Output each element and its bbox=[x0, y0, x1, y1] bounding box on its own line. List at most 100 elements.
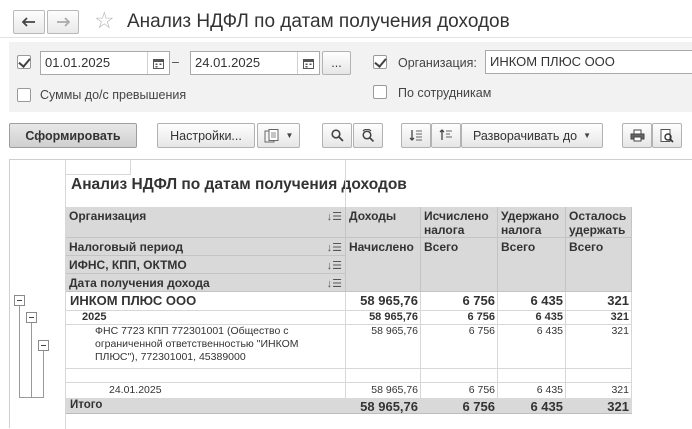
expand-to-label: Разворачивать до bbox=[472, 128, 578, 143]
row-org-calculated[interactable]: 6 756 bbox=[421, 293, 498, 308]
row-date-calculated[interactable]: 6 756 bbox=[421, 384, 498, 396]
sort-icon[interactable]: ↓☰ bbox=[327, 277, 342, 291]
row-period-label[interactable]: 2025 bbox=[79, 311, 109, 323]
row-org-income[interactable]: 58 965,76 bbox=[346, 293, 421, 308]
header-ifns[interactable]: ИФНС, КПП, ОКТМО ↓☰ bbox=[66, 256, 346, 274]
find-next-button[interactable] bbox=[353, 123, 383, 148]
row-period-calculated[interactable]: 6 756 bbox=[421, 311, 498, 323]
header-tax-period[interactable]: Налоговый период ↓☰ bbox=[66, 238, 346, 256]
period-from-value: 01.01.2025 bbox=[45, 55, 111, 70]
search-icon bbox=[330, 129, 344, 142]
period-select-button[interactable]: ... bbox=[322, 51, 351, 75]
header-tax-remaining[interactable]: Осталось удержать bbox=[566, 207, 632, 238]
row-ifns-withheld[interactable]: 6 435 bbox=[498, 325, 566, 337]
tree-line bbox=[19, 305, 20, 397]
period-separator: – bbox=[172, 55, 179, 69]
arrow-left-icon bbox=[22, 17, 35, 27]
collapse-group-icon[interactable] bbox=[14, 295, 25, 306]
total-withheld[interactable]: 6 435 bbox=[498, 399, 566, 414]
row-period-income[interactable]: 58 965,76 bbox=[346, 311, 421, 323]
header-income[interactable]: Доходы bbox=[346, 207, 421, 238]
header-tax-calculated-sub[interactable]: Всего bbox=[421, 238, 498, 292]
calendar-icon[interactable] bbox=[297, 52, 319, 74]
gutter-divider bbox=[65, 160, 66, 429]
printer-icon bbox=[630, 129, 644, 142]
sums-over-limit-label: Суммы до/с превышения bbox=[40, 88, 187, 102]
row-date-income[interactable]: 58 965,76 bbox=[346, 384, 421, 396]
by-employee-checkbox[interactable] bbox=[373, 85, 387, 99]
total-income[interactable]: 58 965,76 bbox=[346, 399, 421, 414]
arrow-right-icon bbox=[57, 17, 70, 27]
generate-button[interactable]: Сформировать bbox=[9, 123, 137, 148]
header-organization[interactable]: Организация ↓☰ bbox=[66, 207, 346, 238]
header-tax-withheld[interactable]: Удержано налога bbox=[498, 207, 566, 238]
print-preview-button[interactable] bbox=[652, 123, 682, 148]
row-divider bbox=[66, 382, 632, 383]
collapse-all-button[interactable] bbox=[401, 123, 431, 148]
sort-icon[interactable]: ↓☰ bbox=[327, 210, 342, 224]
row-ifns-income[interactable]: 58 965,76 bbox=[346, 325, 421, 337]
row-ifns-label[interactable]: ФНС 7723 КПП 772301001 (Общество с огран… bbox=[92, 325, 344, 364]
variant-menu-button[interactable]: ▼ bbox=[257, 123, 300, 148]
header-income-date[interactable]: Дата получения дохода ↓☰ bbox=[66, 274, 346, 292]
settings-label: Настройки... bbox=[170, 128, 242, 143]
row-divider bbox=[66, 368, 632, 369]
cell-outline bbox=[130, 160, 131, 175]
total-label[interactable]: Итого bbox=[67, 399, 105, 411]
filter-panel: 01.01.2025 – 24.01.2025 ... Организация:… bbox=[9, 42, 692, 112]
cell-outline bbox=[345, 160, 346, 207]
organization-field[interactable]: ИНКОМ ПЛЮС ООО bbox=[485, 50, 692, 74]
back-button[interactable] bbox=[13, 10, 45, 34]
header-tax-withheld-sub[interactable]: Всего bbox=[498, 238, 566, 292]
row-date-withheld[interactable]: 6 435 bbox=[498, 384, 566, 396]
collapse-group-icon[interactable] bbox=[38, 340, 49, 351]
row-org-withheld[interactable]: 6 435 bbox=[498, 293, 566, 308]
header-ifns-label: ИФНС, КПП, ОКТМО bbox=[69, 258, 187, 272]
period-to-field[interactable]: 24.01.2025 bbox=[190, 51, 320, 75]
row-ifns-calculated[interactable]: 6 756 bbox=[421, 325, 498, 337]
sort-icon[interactable]: ↓☰ bbox=[327, 241, 342, 255]
header-tax-period-label: Налоговый период bbox=[69, 240, 184, 254]
report-heading: Анализ НДФЛ по датам получения доходов bbox=[71, 176, 407, 193]
period-checkbox[interactable] bbox=[17, 55, 31, 69]
row-date-remaining[interactable]: 321 bbox=[566, 384, 632, 396]
generate-label: Сформировать bbox=[25, 128, 121, 143]
period-select-label: ... bbox=[331, 56, 342, 70]
favorite-star-icon[interactable]: ☆ bbox=[94, 9, 115, 32]
calendar-icon[interactable] bbox=[147, 52, 169, 74]
sort-icon[interactable]: ↓☰ bbox=[327, 259, 342, 273]
tree-line bbox=[19, 397, 44, 398]
tree-line bbox=[31, 322, 32, 397]
organization-checkbox[interactable] bbox=[373, 55, 387, 69]
collapse-group-icon[interactable] bbox=[26, 312, 37, 323]
row-org-remaining[interactable]: 321 bbox=[566, 293, 632, 308]
header-tax-remaining-sub[interactable]: Всего bbox=[566, 238, 632, 292]
header-tax-calculated[interactable]: Исчислено налога bbox=[421, 207, 498, 238]
row-period-withheld[interactable]: 6 435 bbox=[498, 311, 566, 323]
tree-line bbox=[43, 350, 44, 397]
title-divider bbox=[0, 37, 692, 38]
row-date-label[interactable]: 24.01.2025 bbox=[106, 384, 165, 396]
total-remaining[interactable]: 321 bbox=[566, 399, 632, 414]
row-ifns-remaining[interactable]: 321 bbox=[566, 325, 632, 337]
chevron-down-icon: ▼ bbox=[285, 131, 294, 140]
cell-outline bbox=[65, 174, 130, 175]
header-income-sub[interactable]: Начислено bbox=[346, 238, 421, 292]
sums-over-limit-checkbox[interactable] bbox=[17, 88, 31, 102]
settings-button[interactable]: Настройки... bbox=[157, 123, 255, 148]
find-button[interactable] bbox=[322, 123, 352, 148]
row-org-label[interactable]: ИНКОМ ПЛЮС ООО bbox=[67, 293, 199, 308]
report-sheet[interactable]: Анализ НДФЛ по датам получения доходов О… bbox=[9, 159, 692, 429]
print-button[interactable] bbox=[622, 123, 652, 148]
expand-to-button[interactable]: Разворачивать до ▼ bbox=[461, 123, 603, 148]
organization-label: Организация: bbox=[398, 56, 477, 70]
row-period-remaining[interactable]: 321 bbox=[566, 311, 632, 323]
period-from-field[interactable]: 01.01.2025 bbox=[40, 51, 170, 75]
expand-all-button[interactable] bbox=[431, 123, 461, 148]
expand-lines-icon bbox=[439, 129, 452, 140]
header-organization-label: Организация bbox=[69, 209, 147, 223]
by-employee-label: По сотрудникам bbox=[398, 86, 492, 100]
page-title: Анализ НДФЛ по датам получения доходов bbox=[127, 11, 510, 32]
forward-button[interactable] bbox=[47, 10, 79, 34]
total-calculated[interactable]: 6 756 bbox=[421, 399, 498, 414]
